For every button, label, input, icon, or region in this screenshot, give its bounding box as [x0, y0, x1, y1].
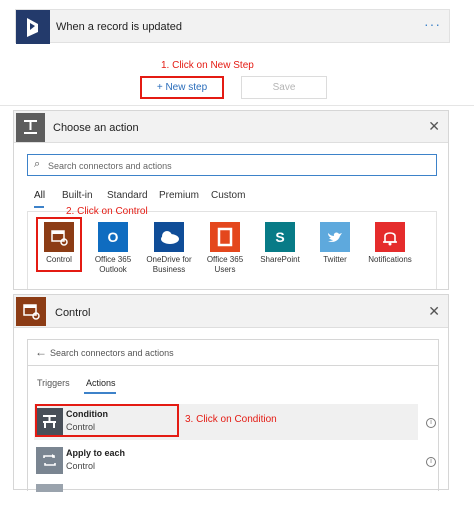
connector-label: Office 365 Users [206, 255, 244, 274]
dynamics-logo-icon [16, 10, 50, 44]
annotation-step2: 2. Click on Control [66, 206, 148, 217]
active-tab-indicator [84, 392, 116, 394]
search-icon: ⌕ [34, 158, 41, 170]
connector-notifications[interactable]: Notifications [362, 222, 418, 265]
annotation-step3: 3. Click on Condition [185, 414, 277, 425]
control-highlight-box [36, 217, 82, 272]
choose-action-title: Choose an action [53, 122, 139, 134]
choose-action-panel: Choose an action ✕ ⌕ Search connectors a… [13, 110, 449, 290]
search-placeholder: Search connectors and actions [48, 161, 172, 171]
connector-label: OneDrive for Business [146, 255, 192, 274]
tab-triggers[interactable]: Triggers [37, 378, 70, 388]
connector-label: Twitter [323, 255, 347, 264]
bell-icon [375, 222, 405, 252]
tab-all[interactable]: All [34, 190, 45, 201]
connector-label: Office 365 Outlook [94, 255, 132, 274]
tab-built-in[interactable]: Built-in [62, 190, 93, 201]
connector-label: Notifications [368, 255, 412, 264]
tab-custom[interactable]: Custom [211, 190, 245, 201]
operation-name: Apply to each [66, 448, 126, 458]
operation-apply-to-each[interactable]: Apply to each Control [34, 443, 418, 479]
save-button[interactable]: Save [241, 76, 327, 99]
close-icon[interactable]: ✕ [428, 303, 440, 320]
connector-twitter[interactable]: Twitter [307, 222, 363, 265]
operation-connector: Control [66, 461, 96, 471]
control-title: Control [55, 307, 91, 319]
back-arrow-icon[interactable]: ← [35, 345, 47, 359]
annotation-step1: 1. Click on New Step [161, 60, 254, 71]
onedrive-icon [154, 222, 184, 252]
office-icon [210, 222, 240, 252]
connector-label: SharePoint [260, 255, 300, 264]
tab-actions[interactable]: Actions [86, 378, 116, 388]
control-header: Control ✕ [14, 295, 448, 328]
action-step-icon [16, 113, 45, 142]
connector-office365-outlook[interactable]: O Office 365 Outlook [85, 222, 141, 275]
next-operation-icon [36, 484, 63, 492]
more-options-icon[interactable]: ··· [424, 16, 441, 32]
search-input[interactable]: ⌕ Search connectors and actions [27, 154, 437, 176]
tab-standard[interactable]: Standard [107, 190, 148, 201]
new-step-button[interactable]: + New step [140, 76, 224, 99]
trigger-title: When a record is updated [56, 21, 182, 33]
trigger-card[interactable]: When a record is updated ··· [15, 9, 450, 44]
connector-onedrive-business[interactable]: OneDrive for Business [141, 222, 197, 275]
info-icon[interactable]: i [426, 457, 436, 467]
outlook-icon: O [98, 222, 128, 252]
loop-icon [36, 447, 63, 474]
twitter-icon [320, 222, 350, 252]
divider [28, 365, 438, 366]
close-icon[interactable]: ✕ [428, 118, 440, 135]
condition-highlight-box [35, 404, 179, 437]
active-tab-indicator [34, 206, 44, 208]
control-icon [16, 297, 46, 326]
divider [0, 105, 474, 106]
search-input[interactable]: Search connectors and actions [50, 348, 174, 358]
connector-sharepoint[interactable]: S SharePoint [252, 222, 308, 265]
choose-action-header: Choose an action ✕ [14, 111, 448, 143]
control-panel: Control ✕ ← Search connectors and action… [13, 294, 449, 492]
connector-office365-users[interactable]: Office 365 Users [197, 222, 253, 275]
info-icon[interactable]: i [426, 418, 436, 428]
tab-premium[interactable]: Premium [159, 190, 199, 201]
sharepoint-icon: S [265, 222, 295, 252]
